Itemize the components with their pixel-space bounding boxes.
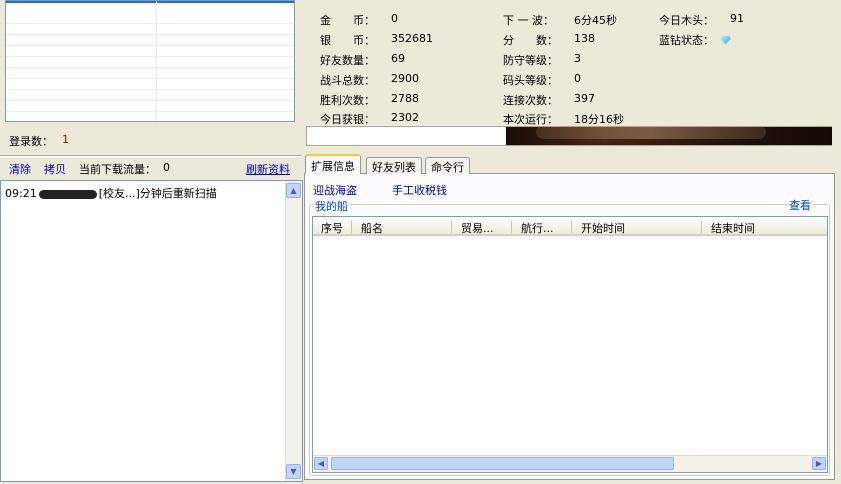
tab-extended-info[interactable]: 扩展信息 bbox=[305, 154, 361, 174]
download-traffic-value: 0 bbox=[163, 161, 170, 174]
banner-image[interactable] bbox=[506, 127, 832, 145]
ship-group-title: 我的船 bbox=[313, 198, 350, 214]
refresh-data-link[interactable]: 刷新资料 bbox=[246, 161, 290, 177]
stat-label: 银 币： bbox=[320, 34, 375, 47]
column-header-index[interactable]: 序号 bbox=[321, 220, 343, 236]
stat-label: 金 币： bbox=[320, 14, 375, 27]
scroll-up-icon[interactable]: ▲ bbox=[286, 183, 301, 198]
list-row[interactable] bbox=[6, 46, 294, 57]
blue-diamond-icon bbox=[720, 33, 731, 46]
list-row[interactable] bbox=[6, 57, 294, 68]
list-row[interactable] bbox=[6, 35, 294, 46]
log-vertical-scrollbar[interactable]: ▲ ▼ bbox=[285, 181, 302, 481]
column-divider[interactable] bbox=[571, 221, 572, 233]
stat-value: 3 bbox=[574, 52, 581, 65]
stat-value: 2302 bbox=[391, 111, 419, 124]
column-divider[interactable] bbox=[511, 221, 512, 233]
stat-value: 91 bbox=[730, 12, 744, 25]
log-panel[interactable]: 09:21 [校友...]分钟后重新扫描 ▲ ▼ bbox=[0, 180, 303, 482]
column-header-voyage[interactable]: 航行... bbox=[521, 220, 554, 236]
stat-label: 本次运行： bbox=[503, 113, 558, 126]
stat-value: 69 bbox=[391, 52, 405, 65]
stat-value: 0 bbox=[391, 12, 398, 25]
stat-value: 2900 bbox=[391, 72, 419, 85]
ship-table[interactable]: 序号 船名 贸易... 航行... 开始时间 结束时间 ◀ ▶ bbox=[312, 216, 828, 473]
stat-label: 蓝钻状态： bbox=[659, 34, 714, 47]
clear-button[interactable]: 清除 bbox=[9, 161, 31, 177]
stat-label: 分 数： bbox=[503, 34, 558, 47]
stat-value: 6分45秒 bbox=[574, 14, 617, 27]
scroll-right-icon[interactable]: ▶ bbox=[812, 457, 826, 470]
stat-label: 今日木头： bbox=[659, 14, 714, 27]
download-traffic-label: 当前下载流量： bbox=[79, 163, 156, 176]
column-divider[interactable] bbox=[451, 221, 452, 233]
tab-label: 好友列表 bbox=[372, 161, 416, 174]
stat-value: 2788 bbox=[391, 92, 419, 105]
fight-pirates-link[interactable]: 迎战海盗 bbox=[313, 182, 357, 198]
tab-label: 扩展信息 bbox=[311, 160, 355, 173]
list-row[interactable] bbox=[6, 24, 294, 35]
list-row[interactable] bbox=[6, 13, 294, 24]
ship-table-header: 序号 船名 贸易... 航行... 开始时间 结束时间 bbox=[313, 217, 827, 236]
log-message: [校友...]分钟后重新扫描 bbox=[98, 187, 217, 200]
log-line: 09:21 [校友...]分钟后重新扫描 bbox=[5, 185, 217, 201]
stat-value: 352681 bbox=[391, 32, 433, 45]
ship-table-horizontal-scrollbar[interactable]: ◀ ▶ bbox=[313, 455, 827, 472]
column-divider[interactable] bbox=[701, 221, 702, 233]
stat-label: 战斗总数： bbox=[320, 74, 375, 87]
stat-value: 138 bbox=[574, 32, 595, 45]
stat-label: 胜利次数： bbox=[320, 94, 375, 107]
scroll-down-icon[interactable]: ▼ bbox=[286, 464, 301, 479]
stat-label: 下 一 波： bbox=[503, 14, 554, 27]
copy-button[interactable]: 拷贝 bbox=[44, 161, 66, 177]
account-list[interactable] bbox=[5, 0, 295, 122]
column-header-ship-name[interactable]: 船名 bbox=[361, 220, 383, 236]
list-row[interactable] bbox=[6, 79, 294, 90]
redaction-mark bbox=[38, 189, 97, 199]
column-header-end-time[interactable]: 结束时间 bbox=[711, 220, 755, 236]
list-row[interactable] bbox=[6, 68, 294, 79]
list-row[interactable] bbox=[6, 112, 294, 121]
collect-tax-link[interactable]: 手工收税钱 bbox=[392, 182, 447, 198]
column-divider[interactable] bbox=[351, 221, 352, 233]
scrollbar-thumb[interactable] bbox=[331, 457, 674, 470]
stat-label: 码头等级： bbox=[503, 74, 558, 87]
stat-label: 防守等级： bbox=[503, 54, 558, 67]
selected-row[interactable] bbox=[6, 1, 294, 4]
stat-value: 397 bbox=[574, 92, 595, 105]
column-header-start-time[interactable]: 开始时间 bbox=[581, 220, 625, 236]
login-count-label: 登录数： bbox=[9, 135, 53, 148]
tab-label: 命令行 bbox=[431, 161, 464, 174]
list-row[interactable] bbox=[6, 101, 294, 112]
column-divider bbox=[156, 1, 157, 121]
list-row[interactable] bbox=[6, 90, 294, 101]
column-header-trade[interactable]: 贸易... bbox=[461, 220, 494, 236]
login-count-value: 1 bbox=[62, 133, 69, 146]
log-time: 09:21 bbox=[5, 187, 37, 200]
stat-label: 好友数量： bbox=[320, 54, 375, 67]
stat-label: 今日获银： bbox=[320, 113, 375, 126]
tab-command-line[interactable]: 命令行 bbox=[425, 157, 470, 174]
stat-value: 18分16秒 bbox=[574, 113, 624, 126]
stat-value: 0 bbox=[574, 72, 581, 85]
tab-friend-list[interactable]: 好友列表 bbox=[366, 157, 422, 174]
stat-label: 连接次数： bbox=[503, 94, 558, 107]
scroll-left-icon[interactable]: ◀ bbox=[314, 457, 328, 470]
view-ships-link[interactable]: 查看 bbox=[787, 197, 813, 213]
